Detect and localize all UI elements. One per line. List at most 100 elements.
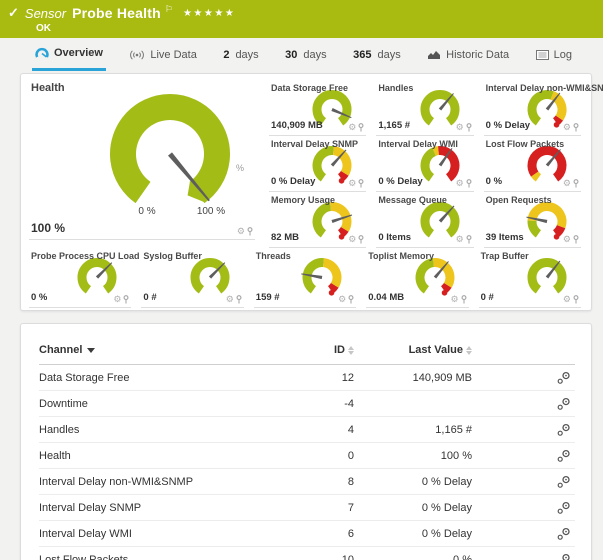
column-header-id[interactable]: ID (279, 344, 354, 356)
gear-icon[interactable]: ⚙ (226, 295, 234, 304)
channel-last-value: 1,165 # (354, 424, 472, 436)
channel-settings-icon[interactable] (556, 449, 571, 463)
gauge-label: Health (31, 82, 65, 94)
gauge-value: 0 % Delay (271, 176, 315, 187)
gear-icon[interactable]: ⚙ (338, 295, 346, 304)
channel-settings-icon[interactable] (556, 553, 571, 560)
gear-icon[interactable]: ⚙ (113, 295, 121, 304)
tab-label: days (303, 49, 326, 61)
gauge-value: 0.04 MB (368, 292, 404, 303)
tab-label: days (377, 49, 400, 61)
channel-last-value: 140,909 MB (354, 372, 472, 384)
channel-name[interactable]: Downtime (39, 398, 279, 410)
pin-icon[interactable] (466, 235, 472, 244)
gauge-label: Open Requests (486, 195, 552, 205)
table-row[interactable]: Health 0 100 % (39, 443, 575, 469)
gauge-label: Lost Flow Packets (486, 139, 565, 149)
gauge-label: Handles (378, 83, 413, 93)
pin-icon[interactable] (466, 179, 472, 188)
pin-icon[interactable] (573, 295, 579, 304)
tab-overview[interactable]: Overview (32, 39, 106, 71)
pin-icon[interactable] (466, 123, 472, 132)
gear-icon[interactable]: ⚙ (563, 123, 571, 132)
gauge-cell: Interval Delay WMI 0 % Delay ⚙ (376, 136, 473, 192)
channel-id: -4 (279, 398, 354, 410)
channel-name[interactable]: Handles (39, 424, 279, 436)
channel-name[interactable]: Data Storage Free (39, 372, 279, 384)
channel-id: 7 (279, 502, 354, 514)
tab-365-days[interactable]: 365 days (350, 39, 404, 71)
gear-icon[interactable]: ⚙ (563, 295, 571, 304)
gear-icon[interactable]: ⚙ (563, 179, 571, 188)
priority-stars[interactable]: ★★★★★ (183, 8, 235, 19)
gauge-value: 82 MB (271, 232, 299, 243)
tab-label: Historic Data (446, 49, 509, 61)
column-label: Last Value (409, 344, 463, 356)
gauge-cell: Interval Delay non-WMI&SNMP 0 % Delay ⚙ (484, 80, 581, 136)
gauge-cell: Lost Flow Packets 0 % ⚙ (484, 136, 581, 192)
channel-name[interactable]: Health (39, 450, 279, 462)
pin-icon[interactable] (236, 295, 242, 304)
channel-name[interactable]: Lost Flow Packets (39, 554, 279, 560)
channel-name[interactable]: Interval Delay WMI (39, 528, 279, 540)
tab-2-days[interactable]: 2 days (220, 39, 261, 71)
channel-settings-icon[interactable] (556, 475, 571, 489)
table-row[interactable]: Interval Delay non-WMI&SNMP 8 0 % Delay (39, 469, 575, 495)
gear-icon[interactable]: ⚙ (456, 235, 464, 244)
pin-icon[interactable] (573, 235, 579, 244)
tab-log[interactable]: Log (533, 39, 575, 71)
channel-settings-icon[interactable] (556, 527, 571, 541)
gauge-cell: Trap Buffer 0 # ⚙ (479, 248, 581, 308)
gear-icon[interactable]: ⚙ (237, 227, 245, 236)
bottom-gauges-grid: Probe Process CPU Load 0 % ⚙ Syslog Buff… (29, 248, 581, 308)
pin-icon[interactable] (247, 227, 253, 236)
pin-icon[interactable] (573, 123, 579, 132)
channel-settings-icon[interactable] (556, 423, 571, 437)
health-gauge-cell: Health % 0 % 100 % 100 % ⚙ (29, 80, 255, 240)
tab-number: 2 (223, 49, 229, 61)
pin-icon[interactable] (123, 295, 129, 304)
table-row[interactable]: Data Storage Free 12 140,909 MB (39, 365, 575, 391)
table-row[interactable]: Interval Delay SNMP 7 0 % Delay (39, 495, 575, 521)
health-gauge: % (95, 90, 245, 222)
gauge-label: Syslog Buffer (143, 251, 202, 261)
pin-icon[interactable] (461, 295, 467, 304)
column-header-last-value[interactable]: Last Value (354, 344, 472, 356)
tab-historic-data[interactable]: Historic Data (424, 39, 512, 71)
gear-icon[interactable]: ⚙ (456, 179, 464, 188)
channel-name[interactable]: Interval Delay non-WMI&SNMP (39, 476, 279, 488)
tab-30-days[interactable]: 30 days (282, 39, 330, 71)
flag-icon[interactable]: ⚐ (165, 4, 173, 15)
pin-icon[interactable] (358, 235, 364, 244)
column-header-channel[interactable]: Channel (39, 344, 279, 356)
gauge-cell: Data Storage Free 140,909 MB ⚙ (269, 80, 366, 136)
pin-icon[interactable] (348, 295, 354, 304)
table-row[interactable]: Downtime -4 (39, 391, 575, 417)
gear-icon[interactable]: ⚙ (348, 179, 356, 188)
sensor-header: ✓ Sensor Probe Health ⚐ ★★★★★ OK (0, 0, 603, 38)
pin-icon[interactable] (358, 179, 364, 188)
channel-settings-icon[interactable] (556, 371, 571, 385)
channel-name[interactable]: Interval Delay SNMP (39, 502, 279, 514)
gear-icon[interactable]: ⚙ (348, 123, 356, 132)
channel-id: 8 (279, 476, 354, 488)
table-row[interactable]: Handles 4 1,165 # (39, 417, 575, 443)
pin-icon[interactable] (573, 179, 579, 188)
gauge-cell: Handles 1,165 # ⚙ (376, 80, 473, 136)
channel-settings-icon[interactable] (556, 501, 571, 515)
table-row[interactable]: Interval Delay WMI 6 0 % Delay (39, 521, 575, 547)
gear-icon[interactable]: ⚙ (451, 295, 459, 304)
gear-icon[interactable]: ⚙ (348, 235, 356, 244)
channel-settings-icon[interactable] (556, 397, 571, 411)
table-row[interactable]: Lost Flow Packets 10 0 % (39, 547, 575, 560)
gauge (411, 255, 459, 299)
gear-icon[interactable]: ⚙ (456, 123, 464, 132)
gauge-cell: Probe Process CPU Load 0 % ⚙ (29, 248, 131, 308)
gauge (186, 255, 234, 299)
gear-icon[interactable]: ⚙ (563, 235, 571, 244)
gauge-value: 0 # (143, 292, 156, 303)
pin-icon[interactable] (358, 123, 364, 132)
channel-id: 4 (279, 424, 354, 436)
tab-live-data[interactable]: Live Data (126, 39, 199, 71)
gauge-value: 0 % (486, 176, 502, 187)
